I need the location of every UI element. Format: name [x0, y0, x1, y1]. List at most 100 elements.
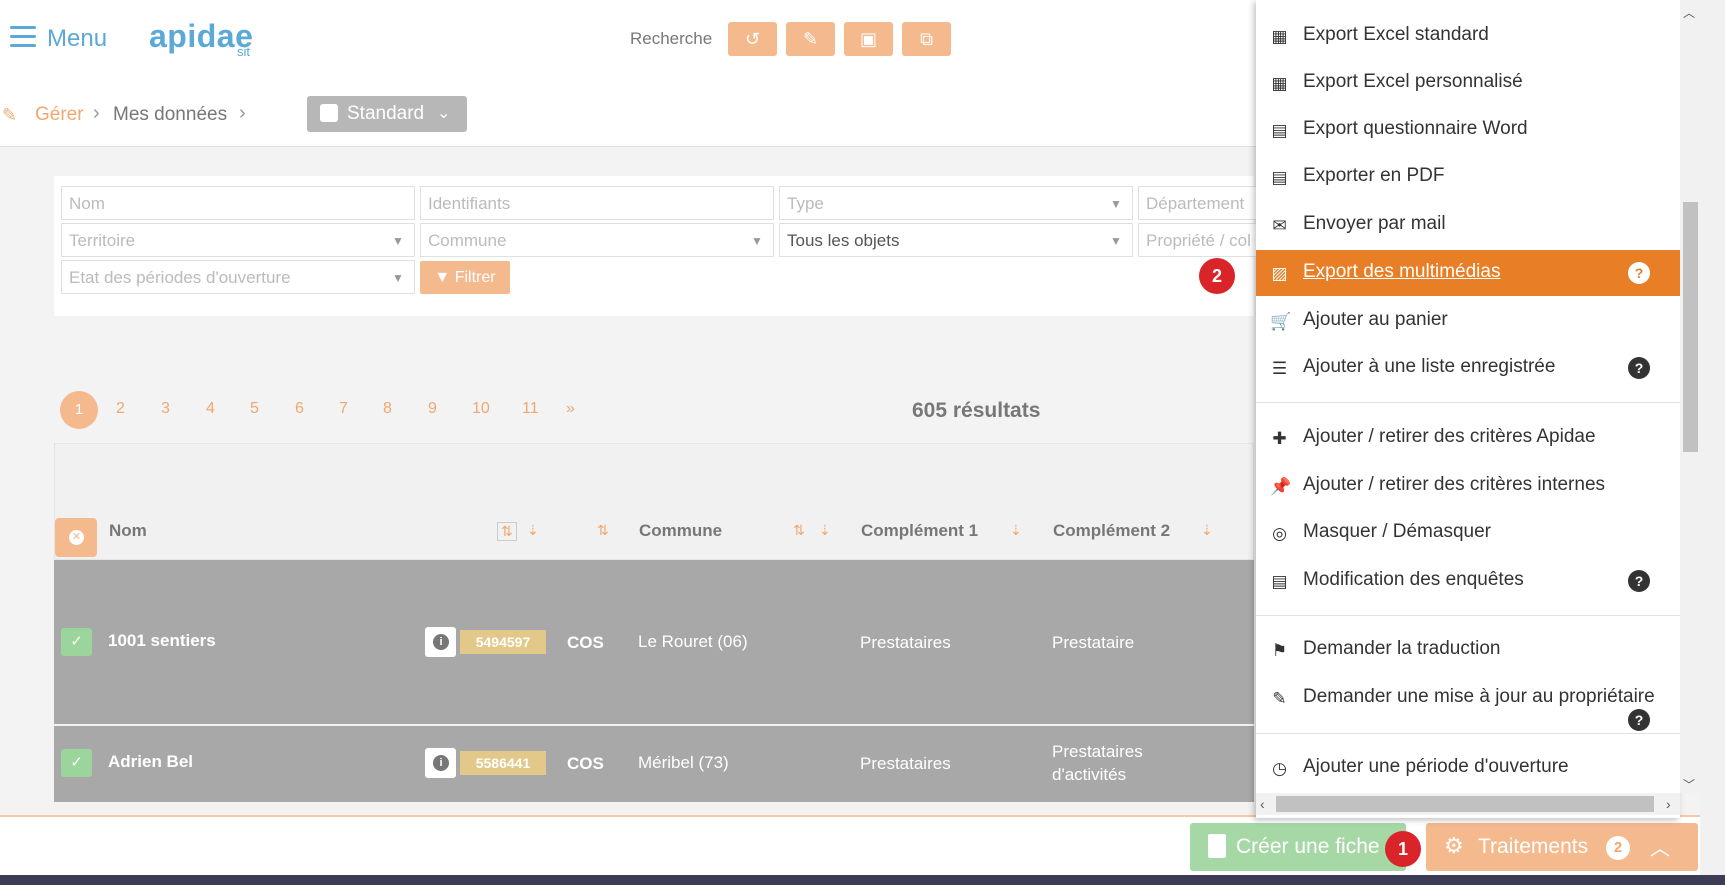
menu-item-export-multimedias[interactable]: ▨ Export des multimédias?: [1256, 250, 1680, 296]
filter-button[interactable]: ▼ Filtrer: [420, 261, 510, 294]
menu-hscroll-thumb[interactable]: [1276, 796, 1654, 812]
sort-desc-icon[interactable]: ⇣: [1010, 522, 1022, 539]
menu-item-label: Export Excel personnalisé: [1303, 71, 1523, 92]
menu-item-enquetes[interactable]: ▤ Modification des enquêtes?: [1256, 558, 1680, 604]
menu-item-exporter-pdf[interactable]: ▤ Exporter en PDF: [1256, 154, 1680, 200]
type-select[interactable]: Type ▼: [779, 186, 1133, 220]
help-icon[interactable]: ?: [1628, 570, 1650, 592]
table-icon: ▦: [1271, 74, 1288, 93]
envelope-icon: ✉: [1272, 216, 1287, 235]
file-icon: ▤: [1271, 572, 1288, 591]
id-badge: 5494597: [460, 630, 546, 654]
menu-item-export-questionnaire-word[interactable]: ▤ Export questionnaire Word: [1256, 107, 1680, 153]
territoire-select[interactable]: Territoire ▼: [61, 223, 415, 257]
copy-button[interactable]: ⧉: [902, 22, 951, 56]
row-name[interactable]: Adrien Bel: [108, 752, 193, 772]
propriete-select[interactable]: Propriété / col: [1138, 223, 1258, 257]
help-icon[interactable]: ?: [1628, 357, 1650, 379]
menu-item-mise-a-jour[interactable]: ✎ Demander une mise à jour au propriétair…: [1256, 675, 1680, 735]
deselect-all-button[interactable]: ✕: [55, 518, 97, 557]
menu-item-periode-ouverture[interactable]: ◷ Ajouter une période d'ouverture: [1256, 745, 1680, 791]
menu-item-envoyer-mail[interactable]: ✉ Envoyer par mail: [1256, 202, 1680, 248]
help-icon[interactable]: ?: [1628, 262, 1650, 284]
chevron-right-icon: ›: [93, 102, 100, 124]
hamburger-menu-icon[interactable]: [10, 26, 36, 48]
gears-icon: ⚙: [1444, 833, 1464, 858]
copy-icon: ⧉: [920, 29, 933, 49]
page-1[interactable]: 1: [60, 391, 98, 429]
page-11[interactable]: 11: [522, 400, 539, 418]
view-select-label: Standard: [347, 103, 425, 124]
etat-periodes-label: Etat des périodes d'ouverture: [69, 268, 291, 287]
caret-down-icon: ▼: [751, 234, 763, 248]
caret-down-icon: ▼: [1110, 234, 1122, 248]
page-6[interactable]: 6: [295, 400, 304, 418]
undo-button[interactable]: ↺: [728, 22, 777, 56]
sort-desc-icon[interactable]: ⇣: [819, 522, 831, 539]
page-4[interactable]: 4: [206, 400, 215, 418]
menu-item-export-excel-standard[interactable]: ▦ Export Excel standard: [1256, 13, 1680, 59]
sort-icon[interactable]: ⇅: [793, 522, 805, 539]
filter-icon: ▼: [434, 269, 451, 286]
info-button[interactable]: i: [425, 627, 456, 657]
sort-desc-icon[interactable]: ⇣: [1201, 522, 1213, 539]
menu-divider: [1256, 733, 1680, 734]
column-complement-1[interactable]: Complément 1: [861, 521, 978, 541]
sort-icon[interactable]: ⇅: [597, 522, 609, 539]
breadcrumb-gerer[interactable]: Gérer: [35, 104, 84, 126]
column-complement-2[interactable]: Complément 2: [1053, 521, 1170, 541]
menu-item-label: Masquer / Démasquer: [1303, 521, 1491, 542]
commune-select[interactable]: Commune ▼: [420, 223, 774, 257]
page-9[interactable]: 9: [428, 400, 437, 418]
page-3[interactable]: 3: [161, 400, 170, 418]
scroll-up-icon[interactable]: ︿: [1683, 4, 1695, 21]
identifiants-input[interactable]: Identifiants: [420, 186, 774, 220]
page-next[interactable]: »: [566, 400, 575, 418]
caret-down-icon: ▼: [392, 271, 404, 285]
etat-periodes-select[interactable]: Etat des périodes d'ouverture ▼: [61, 260, 415, 294]
caret-down-icon: ▼: [392, 234, 404, 248]
sort-alpha-icon[interactable]: ⇅: [497, 522, 517, 541]
menu-item-criteres-internes[interactable]: 📌 Ajouter / retirer des critères internes: [1256, 463, 1680, 509]
column-nom[interactable]: Nom: [109, 521, 147, 541]
departement-select[interactable]: Département: [1138, 186, 1258, 220]
menu-scroll-thumb[interactable]: [1683, 202, 1698, 452]
row-checkbox[interactable]: ✓: [61, 628, 92, 656]
row-name[interactable]: 1001 sentiers: [108, 631, 216, 651]
page-10[interactable]: 10: [472, 400, 490, 418]
scroll-left-icon[interactable]: ‹: [1260, 796, 1265, 812]
nom-input[interactable]: Nom: [61, 186, 415, 220]
sort-desc-icon[interactable]: ⇣: [527, 522, 539, 539]
column-commune[interactable]: Commune: [639, 521, 722, 541]
page-8[interactable]: 8: [383, 400, 392, 418]
menu-item-ajouter-liste[interactable]: ☰ Ajouter à une liste enregistrée?: [1256, 345, 1680, 391]
puzzle-icon: ✚: [1272, 429, 1287, 448]
breadcrumb-mes-donnees[interactable]: Mes données: [113, 104, 227, 126]
menu-item-criteres-apidae[interactable]: ✚ Ajouter / retirer des critères Apidae: [1256, 415, 1680, 461]
page-7[interactable]: 7: [339, 400, 348, 418]
menu-item-ajouter-panier[interactable]: 🛒 Ajouter au panier: [1256, 298, 1680, 344]
objets-select-label: Tous les objets: [787, 231, 900, 250]
chevron-right-icon: ›: [239, 102, 246, 124]
menu-item-export-excel-personnalise[interactable]: ▦ Export Excel personnalisé: [1256, 60, 1680, 106]
help-icon[interactable]: ?: [1628, 709, 1650, 731]
save-button[interactable]: ▣: [844, 22, 893, 56]
info-button[interactable]: i: [425, 748, 456, 778]
row-checkbox[interactable]: ✓: [61, 749, 92, 777]
page-2[interactable]: 2: [116, 400, 125, 418]
filter-button-label: Filtrer: [454, 269, 496, 286]
page-5[interactable]: 5: [250, 400, 259, 418]
scroll-right-icon[interactable]: ›: [1666, 796, 1671, 812]
scroll-down-icon[interactable]: ﹀: [1683, 776, 1695, 793]
menu-divider: [1256, 402, 1680, 403]
menu-label[interactable]: Menu: [47, 25, 107, 53]
table-header: [54, 443, 1254, 560]
menu-item-label: Ajouter au panier: [1303, 309, 1448, 330]
edit-button[interactable]: ✎: [786, 22, 835, 56]
image-icon: ▨: [1271, 264, 1288, 283]
menu-item-traduction[interactable]: ⚑ Demander la traduction: [1256, 627, 1680, 673]
menu-item-masquer[interactable]: ◎ Masquer / Démasquer: [1256, 510, 1680, 556]
page-scrollbar[interactable]: [1700, 0, 1725, 875]
objets-select[interactable]: Tous les objets ▼: [779, 223, 1133, 257]
row-complement-1: Prestataires: [860, 633, 951, 652]
